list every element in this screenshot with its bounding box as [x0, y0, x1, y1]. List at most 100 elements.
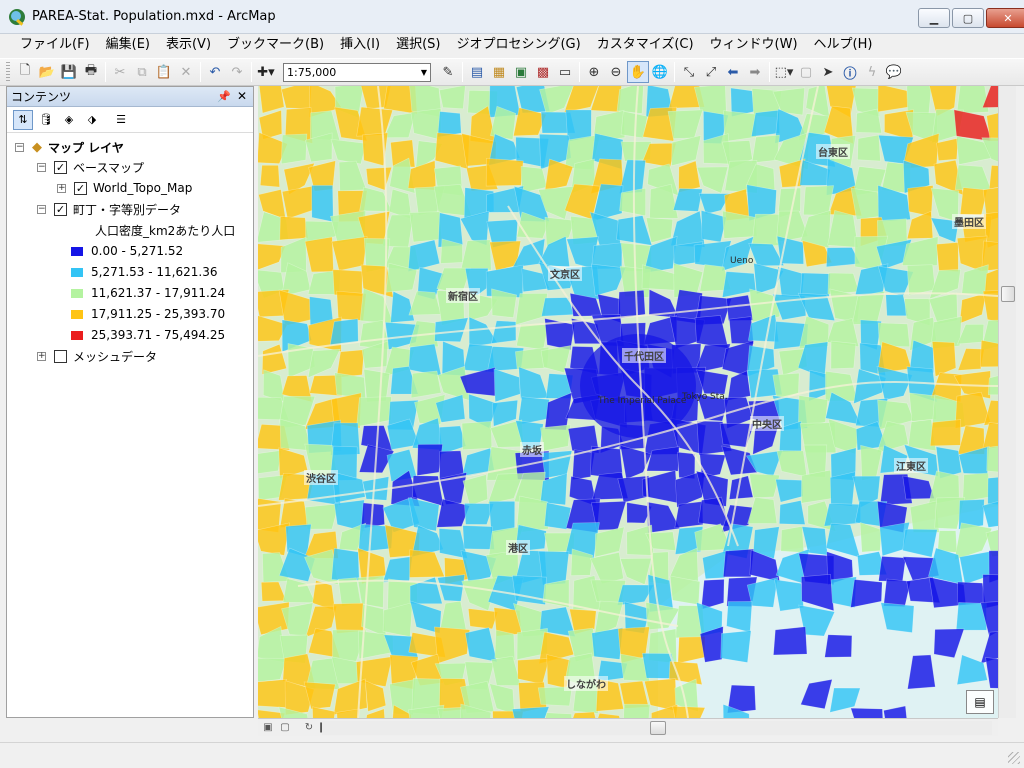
select-elements-arrow-icon[interactable]: ➤ — [817, 61, 839, 83]
district-polygon[interactable] — [594, 526, 625, 558]
district-polygon[interactable] — [954, 164, 992, 191]
district-polygon[interactable] — [258, 450, 282, 474]
fixed-zoom-in-icon[interactable]: ⤡ — [678, 61, 700, 83]
python-window-icon[interactable]: ▭ — [554, 61, 576, 83]
district-polygon[interactable] — [491, 320, 517, 344]
close-button[interactable]: ✕ — [986, 8, 1024, 28]
district-polygon[interactable] — [982, 422, 998, 451]
district-polygon[interactable] — [416, 443, 443, 476]
district-polygon[interactable] — [727, 370, 751, 401]
save-icon[interactable]: 💾 — [58, 61, 80, 83]
list-by-selection-icon[interactable]: ⬗ — [82, 110, 102, 130]
hyperlink-lightning-icon[interactable]: ϟ — [861, 61, 883, 83]
district-polygon[interactable] — [258, 679, 288, 708]
district-polygon[interactable] — [260, 581, 287, 602]
district-polygon[interactable] — [304, 236, 334, 273]
population-layer-row[interactable]: − ✓ 町丁・字等別データ — [37, 199, 181, 219]
district-polygon[interactable] — [331, 547, 360, 582]
cut-icon[interactable]: ✂ — [109, 61, 131, 83]
menu-help[interactable]: ヘルプ(H) — [806, 34, 881, 56]
district-polygon[interactable] — [517, 396, 550, 426]
district-polygon[interactable] — [906, 210, 934, 239]
district-polygon[interactable] — [460, 239, 492, 271]
legend-swatch[interactable] — [71, 267, 83, 277]
district-polygon[interactable] — [338, 160, 367, 192]
district-polygon[interactable] — [877, 86, 910, 113]
menu-edit[interactable]: 編集(E) — [98, 34, 158, 56]
district-polygon[interactable] — [329, 318, 359, 346]
district-polygon[interactable] — [356, 396, 392, 428]
district-polygon[interactable] — [382, 556, 413, 583]
map-display[interactable]: 文京区 台東区 新宿区 千代田区 中央区 江東区 港区 渋谷区 墨田区 Toky… — [258, 86, 998, 718]
select-features-icon[interactable]: ⬚▾ — [773, 61, 795, 83]
district-polygon[interactable] — [667, 109, 704, 139]
undo-icon[interactable]: ↶ — [204, 61, 226, 83]
district-polygon[interactable] — [986, 445, 998, 473]
district-polygon[interactable] — [312, 706, 336, 718]
district-polygon[interactable] — [410, 108, 442, 141]
district-polygon[interactable] — [808, 369, 827, 402]
print-icon[interactable]: 🖶 — [80, 61, 102, 83]
district-polygon[interactable] — [885, 294, 909, 317]
horizontal-scroll-thumb[interactable] — [650, 721, 666, 735]
district-polygon[interactable] — [511, 575, 547, 605]
district-polygon[interactable] — [936, 242, 959, 272]
district-polygon[interactable] — [409, 211, 442, 243]
district-polygon[interactable] — [671, 135, 702, 167]
menu-insert[interactable]: 挿入(I) — [332, 34, 388, 56]
district-polygon[interactable] — [672, 705, 706, 718]
menu-view[interactable]: 表示(V) — [158, 34, 219, 56]
district-polygon[interactable] — [860, 444, 883, 481]
collapse-icon[interactable]: − — [37, 204, 46, 214]
district-polygon[interactable] — [330, 138, 367, 165]
district-polygon[interactable] — [485, 158, 524, 187]
map-layers-row[interactable]: − ◆ マップ レイヤ — [15, 137, 124, 157]
district-polygon[interactable] — [437, 574, 466, 602]
district-polygon[interactable] — [678, 160, 701, 193]
identify-icon[interactable]: ⓘ — [839, 61, 861, 83]
district-polygon[interactable] — [259, 164, 280, 188]
district-polygon[interactable] — [517, 658, 550, 685]
menu-customize[interactable]: カスタマイズ(C) — [589, 34, 702, 56]
district-polygon[interactable] — [747, 497, 778, 524]
map-vertical-scrollbar[interactable] — [998, 86, 1016, 718]
district-polygon[interactable] — [751, 109, 780, 137]
district-polygon[interactable] — [830, 340, 857, 370]
district-polygon[interactable] — [775, 478, 804, 503]
district-polygon[interactable] — [902, 475, 935, 500]
district-polygon[interactable] — [857, 134, 881, 162]
district-polygon[interactable] — [619, 187, 646, 217]
district-polygon[interactable] — [262, 369, 286, 403]
district-polygon[interactable] — [515, 293, 548, 326]
resize-grip-icon[interactable] — [1008, 752, 1020, 764]
legend-class-row[interactable]: 11,621.37 - 17,911.24 — [71, 283, 225, 303]
district-polygon[interactable] — [801, 469, 833, 504]
population-layer-visibility-checkbox[interactable]: ✓ — [54, 202, 67, 216]
district-polygon[interactable] — [280, 133, 308, 165]
list-by-visibility-icon[interactable]: ◈ — [59, 110, 79, 130]
district-polygon[interactable] — [410, 370, 442, 399]
back-arrow-icon[interactable]: ⬅ — [722, 61, 744, 83]
delete-icon[interactable]: ✕ — [175, 61, 197, 83]
district-polygon[interactable] — [279, 216, 309, 241]
district-polygon[interactable] — [258, 86, 285, 114]
district-polygon[interactable] — [878, 556, 907, 582]
district-polygon[interactable] — [311, 185, 334, 223]
catalog-window-icon[interactable]: ▦ — [488, 61, 510, 83]
editor-toolbar-icon[interactable]: ✎ — [437, 61, 459, 83]
district-polygon[interactable] — [957, 323, 985, 345]
legend-class-row[interactable]: 17,911.25 - 25,393.70 — [71, 304, 225, 324]
arctoolbox-icon[interactable]: ▩ — [532, 61, 554, 83]
district-polygon[interactable] — [461, 421, 493, 451]
legend-swatch[interactable] — [71, 288, 83, 298]
district-polygon[interactable] — [722, 548, 755, 578]
legend-swatch[interactable] — [71, 246, 83, 256]
map-tips-icon[interactable]: ▤ — [966, 690, 994, 714]
district-polygon[interactable] — [773, 626, 808, 656]
legend-class-row[interactable]: 5,271.53 - 11,621.36 — [71, 262, 217, 282]
district-polygon[interactable] — [493, 368, 521, 403]
district-polygon[interactable] — [776, 450, 808, 478]
district-polygon[interactable] — [777, 266, 805, 298]
search-window-icon[interactable]: ▣ — [510, 61, 532, 83]
legend-class-row[interactable]: 0.00 - 5,271.52 — [71, 241, 183, 261]
